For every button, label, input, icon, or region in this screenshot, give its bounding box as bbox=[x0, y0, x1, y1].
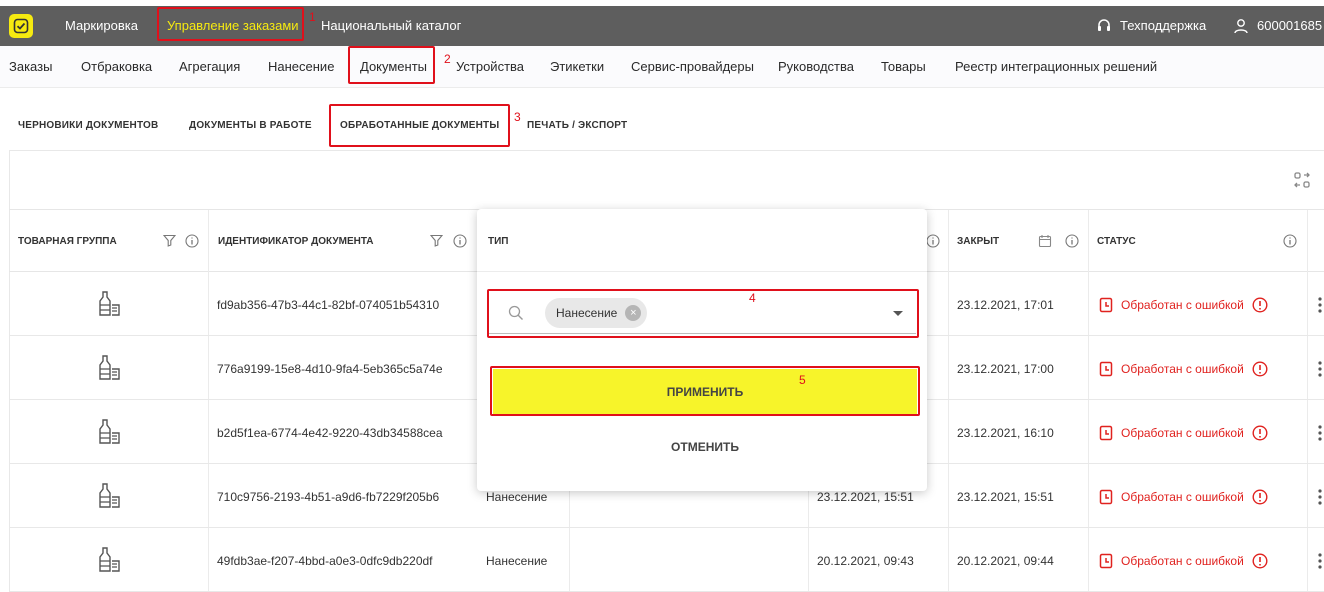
tab-print-export[interactable]: Печать / экспорт bbox=[527, 120, 627, 131]
info-icon[interactable] bbox=[1252, 297, 1268, 313]
more-icon[interactable] bbox=[1317, 552, 1323, 570]
annotation-number: 1 bbox=[309, 10, 316, 24]
created-date: 20.12.2021, 09:43 bbox=[817, 554, 914, 568]
closed-date: 23.12.2021, 15:51 bbox=[957, 490, 1054, 504]
info-icon[interactable] bbox=[1252, 361, 1268, 377]
annotation-number: 5 bbox=[799, 373, 806, 387]
document-id[interactable]: 776a9199-15e8-4d10-9fa4-5eb365c5a74e bbox=[217, 362, 443, 376]
annotation-number: 4 bbox=[749, 291, 756, 305]
popup-title: Тип bbox=[488, 236, 509, 247]
bottle-icon bbox=[99, 547, 120, 572]
info-icon[interactable] bbox=[185, 234, 199, 248]
status-badge: Обработан с ошибкой bbox=[1121, 490, 1244, 504]
column-divider bbox=[1088, 210, 1089, 273]
calendar-icon[interactable] bbox=[1038, 234, 1052, 248]
annotation-box bbox=[348, 46, 435, 84]
info-icon[interactable] bbox=[926, 234, 940, 248]
closed-date: 23.12.2021, 17:00 bbox=[957, 362, 1054, 376]
document-id[interactable]: b2d5f1ea-6774-4e42-9220-43db34588cea bbox=[217, 426, 443, 440]
header-closed: Закрыт bbox=[957, 236, 1000, 247]
info-icon[interactable] bbox=[1065, 234, 1079, 248]
filter-icon[interactable] bbox=[430, 234, 443, 247]
more-icon[interactable] bbox=[1317, 424, 1323, 442]
nav-marking[interactable]: Маркировка bbox=[65, 6, 138, 46]
bottle-icon bbox=[99, 291, 120, 316]
annotation-box bbox=[487, 289, 919, 338]
more-icon[interactable] bbox=[1317, 488, 1323, 506]
tab-drafts[interactable]: Черновики документов bbox=[18, 120, 158, 131]
subnav-rejection[interactable]: Отбраковка bbox=[81, 46, 152, 88]
subnav-goods[interactable]: Товары bbox=[881, 46, 926, 88]
status-badge: Обработан с ошибкой bbox=[1121, 554, 1244, 568]
clock-icon bbox=[1099, 489, 1113, 505]
annotation-number: 2 bbox=[444, 52, 451, 66]
clock-icon bbox=[1099, 361, 1113, 377]
header-document-id: Идентификатор документа bbox=[218, 236, 374, 247]
header-status: Статус bbox=[1097, 236, 1136, 247]
status-badge: Обработан с ошибкой bbox=[1121, 298, 1244, 312]
filter-icon[interactable] bbox=[163, 234, 176, 247]
annotation-number: 3 bbox=[514, 110, 521, 124]
info-icon[interactable] bbox=[1252, 489, 1268, 505]
column-settings-icon[interactable] bbox=[1292, 170, 1312, 190]
document-type: Нанесение bbox=[486, 554, 548, 568]
info-icon[interactable] bbox=[1252, 553, 1268, 569]
sub-nav: Заказы Отбраковка Агрегация Нанесение До… bbox=[0, 46, 1324, 88]
info-icon[interactable] bbox=[1252, 425, 1268, 441]
document-id[interactable]: 49fdb3ae-f207-4bbd-a0e3-0dfc9db220df bbox=[217, 554, 433, 568]
table-row[interactable]: 49fdb3ae-f207-4bbd-a0e3-0dfc9db220df Нан… bbox=[9, 528, 1324, 592]
annotation-box bbox=[157, 7, 304, 41]
headset-icon bbox=[1098, 19, 1110, 31]
subnav-labels[interactable]: Этикетки bbox=[550, 46, 604, 88]
bottle-icon bbox=[99, 483, 120, 508]
subnav-guides[interactable]: Руководства bbox=[778, 46, 854, 88]
type-filter-popup: Тип Нанесение × Применить Отменить bbox=[477, 209, 927, 491]
column-divider bbox=[1307, 210, 1308, 273]
user-icon bbox=[1234, 19, 1248, 34]
column-divider bbox=[948, 210, 949, 273]
created-date: 23.12.2021, 15:51 bbox=[817, 490, 914, 504]
subnav-application[interactable]: Нанесение bbox=[268, 46, 334, 88]
status-badge: Обработан с ошибкой bbox=[1121, 426, 1244, 440]
status-badge: Обработан с ошибкой bbox=[1121, 362, 1244, 376]
cancel-button[interactable]: Отменить bbox=[493, 430, 917, 464]
subnav-orders[interactable]: Заказы bbox=[9, 46, 52, 88]
document-id[interactable]: 710c9756-2193-4b51-a9d6-fb7229f205b6 bbox=[217, 490, 439, 504]
annotation-box bbox=[329, 104, 510, 147]
subnav-aggregation[interactable]: Агрегация bbox=[179, 46, 240, 88]
support-link[interactable]: Техподдержка bbox=[1120, 6, 1206, 46]
bottle-icon bbox=[99, 355, 120, 380]
subnav-devices[interactable]: Устройства bbox=[456, 46, 524, 88]
clock-icon bbox=[1099, 425, 1113, 441]
more-icon[interactable] bbox=[1317, 360, 1323, 378]
document-type: Нанесение bbox=[486, 490, 548, 504]
subnav-service-providers[interactable]: Сервис-провайдеры bbox=[631, 46, 754, 88]
column-divider bbox=[208, 210, 209, 273]
annotation-box bbox=[490, 366, 920, 416]
closed-date: 23.12.2021, 16:10 bbox=[957, 426, 1054, 440]
logo-icon[interactable] bbox=[9, 14, 33, 38]
document-id[interactable]: fd9ab356-47b3-44c1-82bf-074051b54310 bbox=[217, 298, 439, 312]
clock-icon bbox=[1099, 553, 1113, 569]
nav-national-catalog[interactable]: Национальный каталог bbox=[321, 6, 461, 46]
closed-date: 23.12.2021, 17:01 bbox=[957, 298, 1054, 312]
more-icon[interactable] bbox=[1317, 296, 1323, 314]
info-icon[interactable] bbox=[453, 234, 467, 248]
info-icon[interactable] bbox=[1283, 234, 1297, 248]
clock-icon bbox=[1099, 297, 1113, 313]
document-tabs: Черновики документов Документы в работе … bbox=[0, 88, 1324, 148]
tab-in-work[interactable]: Документы в работе bbox=[189, 120, 312, 131]
subnav-integration-registry[interactable]: Реестр интеграционных решений bbox=[955, 46, 1157, 88]
header-product-group: Товарная группа bbox=[18, 236, 117, 247]
bottle-icon bbox=[99, 419, 120, 444]
popup-divider bbox=[477, 271, 927, 272]
account-id[interactable]: 600001685 bbox=[1257, 6, 1322, 46]
closed-date: 20.12.2021, 09:44 bbox=[957, 554, 1054, 568]
